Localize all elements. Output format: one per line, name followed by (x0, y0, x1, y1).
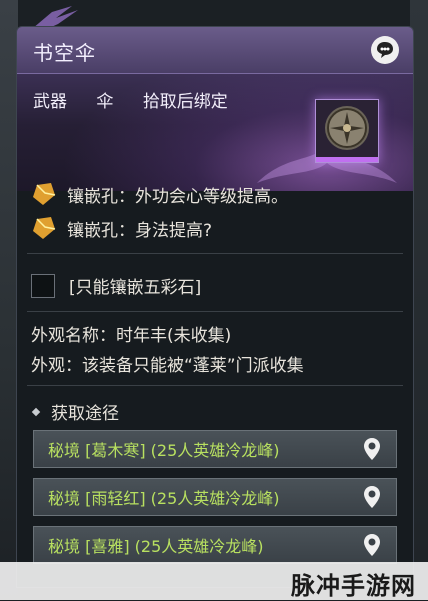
socket-text-2: 镶嵌孔：身法提高? (67, 220, 213, 241)
socket-text-1: 镶嵌孔：外功会心等级提高。 (67, 186, 288, 207)
location-pin-icon[interactable] (362, 533, 382, 557)
socket-row-2: 镶嵌孔：身法提高? (31, 215, 212, 241)
bind-type: 拾取后绑定 (142, 92, 228, 112)
location-pin-icon[interactable] (362, 485, 382, 509)
source-label: 秘境 [雨轻红] (25人英雄冷龙峰) (48, 489, 280, 508)
divider (27, 385, 403, 386)
stone-slot-checkbox[interactable] (31, 273, 55, 298)
acquire-header-label: 获取途径 (51, 404, 119, 424)
divider (27, 253, 403, 254)
socket-row-1: 镶嵌孔：外功会心等级提高。 (31, 181, 288, 207)
source-item[interactable]: 秘境 [葛木寒] (25人英雄冷龙峰) (33, 430, 397, 468)
quality-bar (316, 157, 378, 162)
item-type: 伞 (96, 92, 114, 112)
source-label: 秘境 [葛木寒] (25人英雄冷龙峰) (48, 441, 280, 460)
colored-stone-text: [只能镶嵌五彩石] (69, 278, 202, 298)
appearance-name-row: 外观名称：时年丰(未收集) (31, 321, 231, 346)
gem-icon (33, 217, 56, 239)
location-pin-icon[interactable] (362, 437, 382, 461)
acquire-header: 获取途径 (31, 399, 119, 424)
item-tooltip: 书空伞 武器 伞 拾取后绑定 镶嵌孔：外功会心等级提高。 镶嵌孔：身法提高? [… (16, 26, 414, 588)
source-label: 秘境 [喜雅] (25人英雄冷龙峰) (48, 537, 264, 556)
diamond-bullet-icon (31, 407, 41, 416)
colored-stone-row: [只能镶嵌五彩石] (31, 273, 201, 298)
item-title: 书空伞 (33, 41, 96, 65)
item-meta: 武器 伞 拾取后绑定 (33, 87, 242, 112)
gem-icon (33, 183, 56, 205)
watermark-text: 脉冲手游网 (291, 572, 416, 600)
source-item[interactable]: 秘境 [喜雅] (25人英雄冷龙峰) (33, 526, 397, 564)
chat-icon[interactable] (371, 36, 399, 64)
item-category: 武器 (33, 92, 67, 112)
title-bar: 书空伞 (17, 27, 413, 74)
appearance-name-text: 外观名称：时年丰(未收集) (31, 326, 232, 346)
watermark-bar: 脉冲手游网 (0, 562, 428, 600)
source-item[interactable]: 秘境 [雨轻红] (25人英雄冷龙峰) (33, 478, 397, 516)
tooltip-header: 书空伞 武器 伞 拾取后绑定 (17, 27, 413, 191)
appearance-note-row: 外观：该装备只能被“蓬莱”门派收集 (31, 351, 304, 376)
divider (27, 311, 403, 312)
appearance-note-text: 外观：该装备只能被“蓬莱”门派收集 (31, 356, 304, 376)
umbrella-item-icon[interactable] (315, 99, 379, 163)
